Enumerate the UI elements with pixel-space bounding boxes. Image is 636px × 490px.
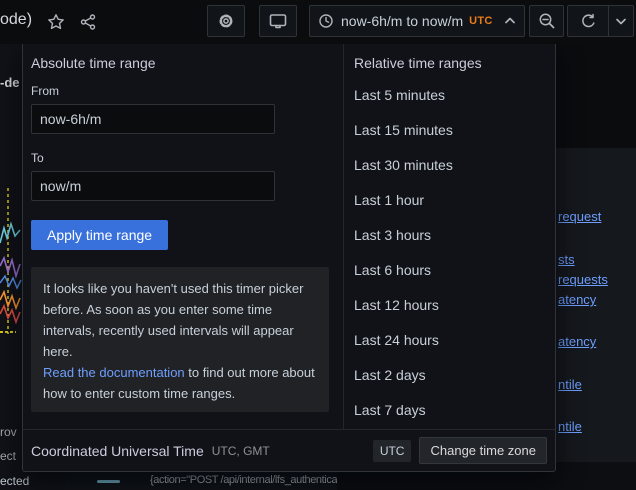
- dashboard-toolbar: ode): [0, 0, 636, 44]
- recent-ranges-info-box: It looks like you haven't used this time…: [31, 267, 329, 412]
- bg-panel-title-fragment: -de: [0, 75, 20, 90]
- to-label: To: [31, 151, 44, 165]
- time-picker-dropdown: Absolute time range From To Apply time r…: [22, 44, 556, 472]
- time-zone-label: UTC: [469, 15, 493, 27]
- grafana-screen: -de rov ect ected request sts requests a…: [0, 0, 636, 490]
- refresh-button-group: [567, 5, 634, 37]
- chevron-down-icon[interactable]: [609, 15, 633, 27]
- apply-time-range-button[interactable]: Apply time range: [31, 220, 168, 250]
- dashboard-title-fragment: ode): [0, 11, 32, 29]
- bg-row-fragment: ect: [0, 449, 16, 463]
- legend-link[interactable]: request: [558, 209, 601, 224]
- change-timezone-button[interactable]: Change time zone: [419, 437, 547, 464]
- legend-link[interactable]: ntile: [558, 419, 582, 434]
- timezone-name: Coordinated Universal Time: [31, 443, 204, 459]
- absolute-time-range-section: Absolute time range From To Apply time r…: [23, 44, 343, 429]
- legend-link[interactable]: sts: [558, 252, 575, 267]
- relative-range-option[interactable]: Last 2 days: [344, 358, 556, 393]
- bg-legend-panel-right: request sts requests atency atency ntile…: [556, 148, 636, 462]
- relative-range-option[interactable]: Last 15 minutes: [344, 113, 556, 148]
- bg-legend-row: {action="POST /api/internal/lfs_authenti…: [65, 472, 337, 490]
- relative-range-option[interactable]: Last 24 hours: [344, 323, 556, 358]
- relative-range-option[interactable]: Last 6 hours: [344, 253, 556, 288]
- time-range-picker-button[interactable]: now-6h/m to now/m UTC: [309, 5, 525, 37]
- legend-series-label[interactable]: {action="POST /api/internal/lfs_authenti…: [150, 474, 337, 486]
- from-label: From: [31, 84, 59, 98]
- timezone-detail: UTC, GMT: [212, 444, 270, 458]
- legend-link[interactable]: requests: [558, 272, 608, 287]
- dashboard-settings-button[interactable]: [207, 5, 245, 37]
- star-icon[interactable]: [46, 12, 66, 32]
- info-text: It looks like you haven't used this time…: [43, 278, 317, 362]
- legend-link[interactable]: ntile: [558, 377, 582, 392]
- legend-link[interactable]: atency: [558, 292, 596, 307]
- share-icon[interactable]: [78, 12, 98, 32]
- to-input[interactable]: [31, 171, 275, 201]
- monitor-icon: [268, 12, 288, 30]
- chevron-up-icon: [504, 15, 516, 27]
- from-input[interactable]: [31, 104, 275, 134]
- absolute-section-title: Absolute time range: [31, 55, 156, 71]
- relative-range-list: Last 5 minutes Last 15 minutes Last 30 m…: [344, 78, 556, 428]
- relative-range-option[interactable]: Last 3 hours: [344, 218, 556, 253]
- relative-range-option[interactable]: Last 30 minutes: [344, 148, 556, 183]
- mini-timeseries-chart: [0, 188, 22, 338]
- timezone-badge: UTC: [373, 440, 412, 462]
- relative-range-option[interactable]: Last 12 hours: [344, 288, 556, 323]
- refresh-icon[interactable]: [568, 13, 608, 30]
- timezone-footer: Coordinated Universal Time UTC, GMT UTC …: [23, 429, 555, 471]
- relative-section-title: Relative time ranges: [354, 55, 482, 71]
- relative-range-option[interactable]: Last 7 days: [344, 393, 556, 428]
- gear-icon: [217, 12, 235, 30]
- read-documentation-link[interactable]: Read the documentation: [43, 365, 185, 380]
- zoom-out-icon: [538, 12, 556, 30]
- series-color-dash: [97, 480, 120, 483]
- clock-icon: [318, 13, 334, 29]
- relative-range-option[interactable]: Last 1 hour: [344, 183, 556, 218]
- zoom-out-time-button[interactable]: [529, 5, 564, 37]
- bg-row-fragment: ected: [0, 474, 29, 488]
- time-range-label: now-6h/m to now/m: [341, 13, 463, 29]
- relative-time-ranges-section: Relative time ranges Last 5 minutes Last…: [343, 44, 556, 429]
- info-line: Read the documentation to find out more …: [43, 362, 317, 404]
- bg-empty-area: [556, 44, 636, 148]
- relative-range-option[interactable]: Last 5 minutes: [344, 78, 556, 113]
- cycle-view-mode-button[interactable]: [259, 5, 297, 37]
- bg-row-fragment: rov: [0, 425, 17, 439]
- legend-link[interactable]: atency: [558, 334, 596, 349]
